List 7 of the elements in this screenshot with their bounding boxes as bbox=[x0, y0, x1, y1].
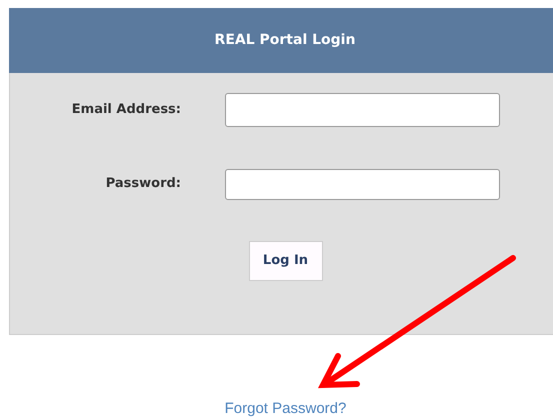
login-button[interactable]: Log In bbox=[248, 241, 322, 281]
field-label: Password: bbox=[104, 175, 181, 194]
field-label: Email Address: bbox=[70, 101, 181, 120]
email-field[interactable] bbox=[225, 93, 500, 127]
forgot-password-link[interactable]: Forgot Password? bbox=[224, 398, 346, 417]
panel-title: REAL Portal Login bbox=[214, 31, 356, 50]
password-field[interactable] bbox=[225, 168, 500, 200]
